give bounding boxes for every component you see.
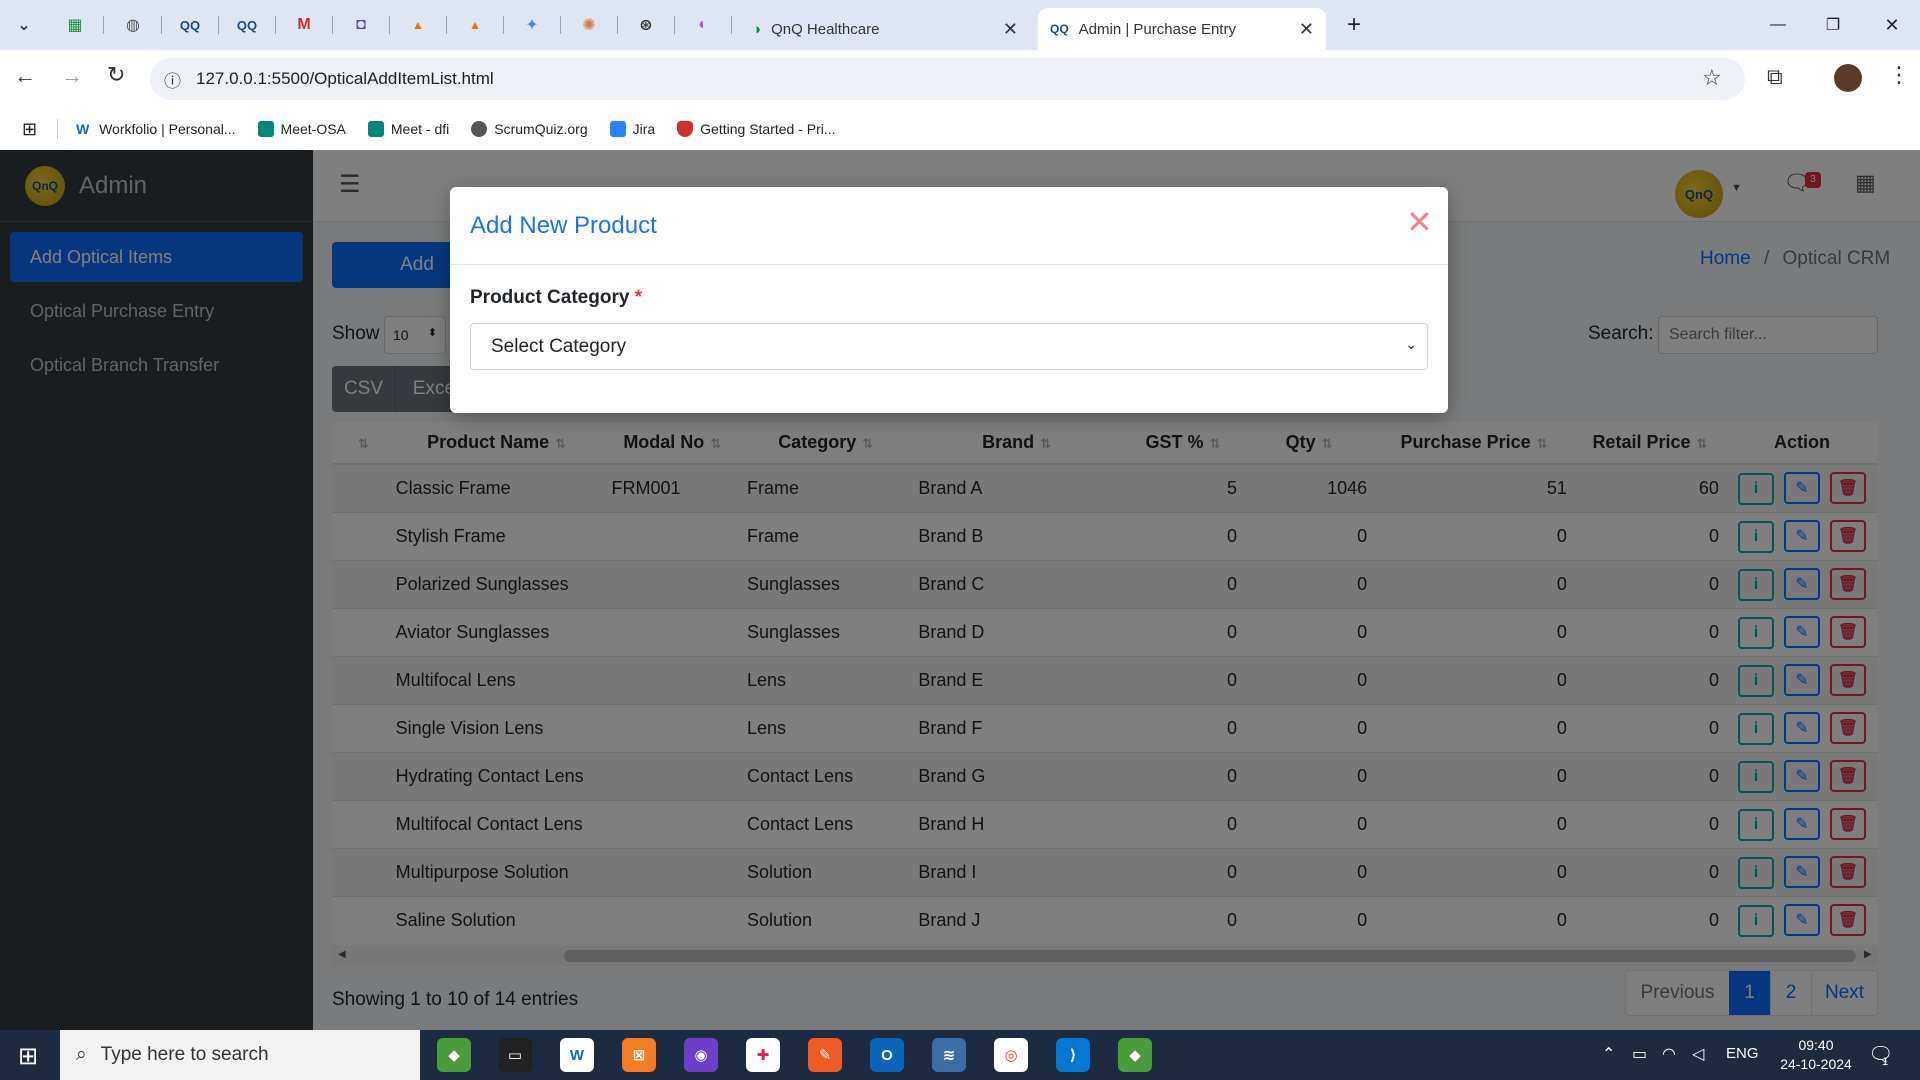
tab-title: Admin | Purchase Entry [1078,20,1236,38]
pinned-tab-copilot-icon[interactable]: ◐ [683,10,723,40]
new-tab-plus-icon[interactable]: + [1334,10,1374,40]
apps-grid-icon[interactable]: ⊞ [22,119,37,140]
address-bar[interactable]: ⓘ 127.0.0.1:5500/OpticalAddItemList.html… [150,58,1745,100]
site-info-icon[interactable]: ⓘ [164,67,181,92]
profile-avatar[interactable] [1834,64,1862,92]
taskbar-mysql-icon[interactable]: ≋ [932,1038,966,1072]
workfolio-icon: W [76,121,90,137]
taskbar-spring-icon-2[interactable]: ◆ [1118,1038,1152,1072]
pinned-tab-gemini-icon[interactable]: ✦ [512,10,552,40]
taskbar-xampp-icon[interactable]: ⊠ [622,1038,656,1072]
back-arrow-icon[interactable]: ← [14,63,36,89]
battery-icon[interactable]: ▭ [1632,1044,1647,1064]
tab-favicon-icon: QQ [1050,22,1069,36]
jira-icon [609,121,626,137]
url-text: 127.0.0.1:5500/OpticalAddItemList.html [196,69,494,88]
pinned-tab-pma-icon-2[interactable]: ▲ [455,10,495,40]
bookmark-jira[interactable]: Jira [609,121,655,137]
pinned-tab-openai-icon[interactable]: ⊛ [626,10,666,40]
restore-window-icon[interactable]: ❐ [1813,10,1853,40]
volume-icon[interactable]: ◁ [1692,1044,1704,1064]
meet-icon [257,121,274,137]
bookmark-meet-osa[interactable]: Meet-OSA [257,121,346,137]
pinned-tab-qnq-icon-2[interactable]: QQ [227,10,267,40]
globe-icon [471,121,488,137]
minimize-window-icon[interactable]: — [1758,10,1798,40]
product-category-select[interactable]: Select Category ⌄ [470,323,1428,370]
pinned-tab-chat-icon[interactable]: ◘ [341,10,381,40]
forward-arrow-icon[interactable]: → [61,63,83,89]
taskbar-chrome-icon[interactable]: ◎ [994,1038,1028,1072]
modal-header: Add New Product ✕ [450,187,1448,265]
bookmarks-bar: ⊞ W Workfolio | Personal... Meet-OSA Meet… [0,108,1920,150]
notification-center-icon[interactable]: 🗨 [1868,1042,1893,1067]
meet-icon [367,121,384,137]
tab-qnq-healthcare[interactable]: ◑ QnQ Healthcare ✕ [740,8,1030,50]
taskbar-github-icon[interactable]: ◉ [684,1038,718,1072]
extensions-puzzle-icon[interactable]: ⧉ [1767,64,1783,90]
bookmark-workfolio[interactable]: W Workfolio | Personal... [76,121,235,137]
tab-title: QnQ Healthcare [771,20,880,38]
tab-favicon-icon: ◑ [752,20,762,38]
taskbar-postman-icon[interactable]: ✎ [808,1038,842,1072]
windows-taskbar: ⊞ ⌕ Type here to search ◆ ▭ W ⊠ ◉ ✚ ✎ O … [0,1030,1920,1080]
modal-body: Product Category * Select Category ⌄ [450,265,1448,370]
pinned-tab-qnq-icon[interactable]: QQ [170,10,210,40]
pinned-tab-sheets-icon[interactable]: ▦ [55,10,95,40]
browser-tab-strip: ⌄ ▦ ◍ QQ QQ M ◘ ▲ ▲ ✦ ✺ ⊛ ◐ ◑ QnQ Health… [0,0,1920,50]
modal-title: Add New Product [470,211,657,239]
modal-close-icon[interactable]: ✕ [1406,203,1433,241]
pinned-tab-claude-icon[interactable]: ✺ [569,10,609,40]
bookmark-meet-dfi[interactable]: Meet - dfi [367,121,449,137]
taskbar-search-box[interactable]: ⌕ Type here to search [60,1030,420,1080]
taskbar-outlook-icon[interactable]: O [870,1038,904,1072]
bookmark-scrumquiz[interactable]: ScrumQuiz.org [471,121,588,137]
browser-menu-icon[interactable]: ⋮ [1888,62,1910,88]
reload-icon[interactable]: ↻ [107,62,125,88]
tab-close-icon[interactable]: ✕ [1299,19,1314,40]
tab-search-icon[interactable]: ⌄ [4,10,44,40]
search-icon: ⌕ [76,1044,87,1065]
language-indicator[interactable]: ENG [1726,1045,1759,1062]
bookmark-star-icon[interactable]: ☆ [1702,65,1722,91]
taskbar-clock[interactable]: 09:40 24-10-2024 [1778,1036,1854,1074]
add-product-modal: Add New Product ✕ Product Category * Sel… [450,187,1448,413]
shield-icon [677,121,694,137]
taskbar-terminal-icon[interactable]: ▭ [498,1038,532,1072]
product-category-label: Product Category * [470,287,643,308]
taskbar-vscode-icon[interactable]: ⟩ [1056,1038,1090,1072]
pinned-tab-pma-icon[interactable]: ▲ [398,10,438,40]
tab-close-icon[interactable]: ✕ [1003,19,1018,40]
tab-admin-purchase-entry[interactable]: QQ Admin | Purchase Entry ✕ [1038,8,1326,50]
windows-start-icon[interactable]: ⊞ [18,1042,38,1071]
taskbar-spring-icon[interactable]: ◆ [437,1038,471,1072]
pinned-tab-globe-icon[interactable]: ◍ [113,10,153,40]
notification-center-badge: 1 [1882,1056,1889,1068]
close-window-icon[interactable]: ✕ [1872,10,1912,40]
pinned-tab-gmail-icon[interactable]: M [284,10,324,40]
show-hidden-icons-icon[interactable]: ⌃ [1602,1044,1615,1064]
bookmark-getting-started[interactable]: Getting Started - Pri... [677,121,836,137]
taskbar-workfolio-icon[interactable]: W [560,1038,594,1072]
wifi-icon[interactable]: ◠ [1662,1044,1676,1064]
taskbar-slack-icon[interactable]: ✚ [746,1038,780,1072]
chevron-down-icon: ⌄ [1405,336,1417,352]
